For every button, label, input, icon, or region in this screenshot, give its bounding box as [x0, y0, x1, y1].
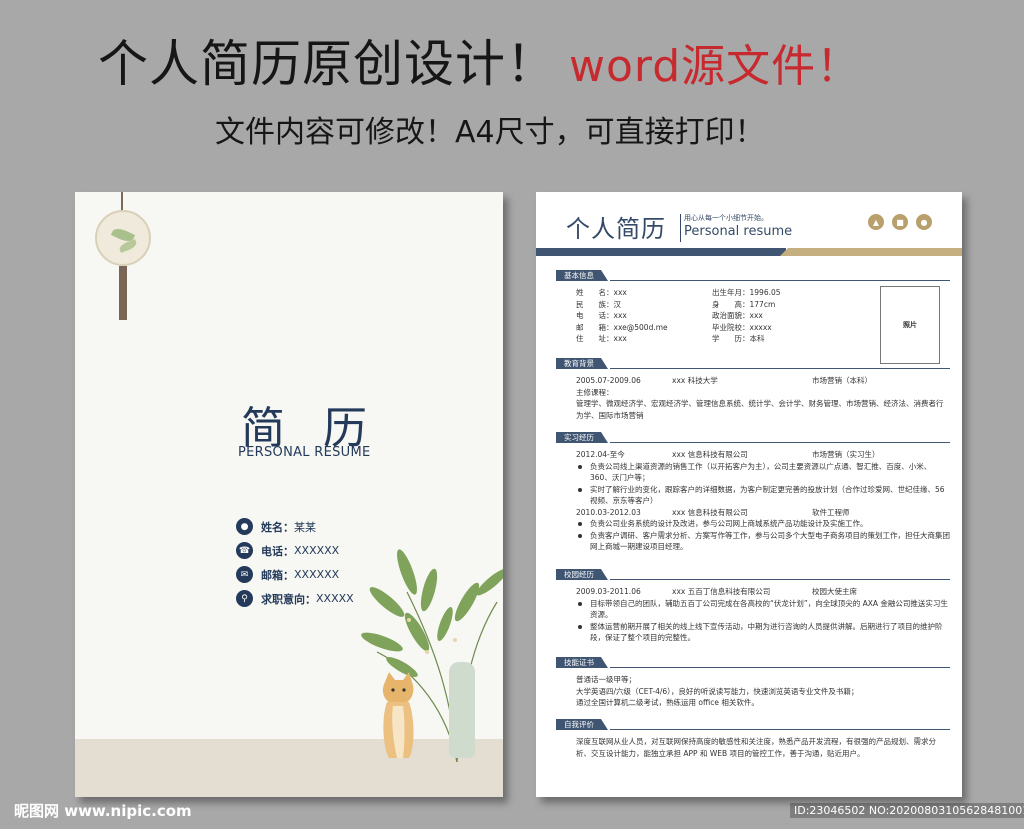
- section-skills: 技能证书 普通话一级甲等； 大学英语四/六级（CET-4/6），良好的听说读写能…: [556, 657, 950, 709]
- banner-title: 个人简历原创设计！ word源文件！: [98, 24, 861, 96]
- section-title: 实习经历: [556, 432, 608, 443]
- resume-subtitle: Personal resume: [684, 224, 793, 239]
- resume-title: 个人简历: [566, 215, 666, 243]
- title-divider: [680, 214, 681, 242]
- section-title: 技能证书: [556, 657, 608, 668]
- resume-header-icons: ▲ ■ ●: [860, 214, 932, 230]
- section-title: 自我评价: [556, 719, 608, 730]
- banner-subtitle: 文件内容可修改！A4尺寸，可直接打印！: [215, 115, 765, 150]
- resume-slogan: 用心从每一个小细节开始。: [684, 214, 768, 222]
- info-line: 毕业院校：xxxxx: [712, 322, 772, 332]
- banner-title-red: word源文件！: [569, 41, 862, 92]
- banner-title-main: 个人简历原创设计！: [98, 35, 557, 93]
- info-line: 邮 箱：xxe@500d.me: [576, 322, 668, 332]
- section-title: 教育背景: [556, 358, 608, 369]
- info-line: 出生年月：1996.05: [712, 288, 781, 297]
- cover-row-intent: ⚲ 求职意向： XXXXX: [236, 590, 354, 607]
- graduation-cap-icon: ▲: [868, 214, 884, 230]
- resume-cover-page: 简 历 PERSONAL RESUME ● 姓名： 某某 ☎ 电话： XXXXXX …: [75, 192, 503, 797]
- lantern-tassel: [119, 266, 127, 320]
- list-item: 负责公司线上渠道资源的销售工作（以开拓客户为主），公司主要资源以广点通、智汇推、…: [576, 461, 950, 484]
- info-line: 学 历：本科: [712, 334, 765, 343]
- image-id-label: ID:23046502 NO:20200803105628481001: [790, 803, 1024, 818]
- section-title: 基本信息: [556, 270, 608, 281]
- cover-subtitle: PERSONAL RESUME: [238, 445, 371, 460]
- mail-icon: ✉: [236, 566, 253, 583]
- section-self-evaluation: 自我评价 深度互联网从业人员，对互联网保持高度的敏感性和关注度，熟悉产品开发流程…: [556, 719, 950, 759]
- lightbulb-icon: ●: [916, 214, 932, 230]
- info-line: 身 高：177cm: [712, 299, 776, 309]
- section-campus: 校园经历 2009.03-2011.06 xxx 五百丁信息科技有限公司 校园大使主…: [556, 569, 950, 644]
- info-line: 民 族：汉: [576, 299, 621, 309]
- phone-icon: ☎: [236, 542, 253, 559]
- list-item: 目标带领自己的团队，辅助五百丁公司完成在各高校的“伏龙计划”，向全球顶尖的 AX…: [576, 598, 950, 621]
- lantern-icon: [95, 210, 151, 266]
- section-title: 校园经历: [556, 569, 608, 580]
- section-education: 教育背景 2005.07-2009.06 xxx 科技大学 市场营销（本科） 主修课…: [556, 358, 950, 421]
- list-item: 负责客户调研、客户需求分析、方案写作等工作，参与公司多个大型电子商务项目的策划工…: [576, 530, 950, 553]
- person-icon: ●: [236, 518, 253, 535]
- list-item: 整体运营前期开展了相关的线上线下宣传活动，中期为进行咨询的人员提供讲解。后期进行…: [576, 621, 950, 644]
- info-line: 电 话：xxx: [576, 311, 627, 320]
- info-line: 姓 名：xxx: [576, 288, 627, 297]
- section-internship: 实习经历 2012.04-至今 xxx 信息科技有限公司 市场营销（实习生） 负责公…: [556, 432, 950, 553]
- info-line: 政治面貌：xxx: [712, 311, 763, 320]
- photo-placeholder: 照片: [880, 286, 940, 364]
- header-band: [536, 248, 962, 256]
- cat-illustration: [382, 672, 414, 758]
- cover-row-email: ✉ 邮箱： XXXXXX: [236, 566, 339, 583]
- search-icon: ⚲: [236, 590, 253, 607]
- cover-row-phone: ☎ 电话： XXXXXX: [236, 542, 339, 559]
- vase-illustration: [449, 662, 475, 758]
- watermark: 昵图网 www.nipic.com: [14, 802, 192, 820]
- list-item: 实时了解行业的变化，跟踪客户的详细数据，为客户制定更完善的投放计划（合作过珍爱网…: [576, 484, 950, 507]
- list-item: 负责公司业务系统的设计及改进，参与公司网上商城系统产品功能设计及实施工作。: [576, 518, 950, 530]
- resume-content-page: 个人简历 用心从每一个小细节开始。 Personal resume ▲ ■ ● …: [536, 192, 962, 797]
- briefcase-icon: ■: [892, 214, 908, 230]
- info-line: 住 址：xxx: [576, 334, 627, 343]
- cover-row-name: ● 姓名： 某某: [236, 518, 316, 535]
